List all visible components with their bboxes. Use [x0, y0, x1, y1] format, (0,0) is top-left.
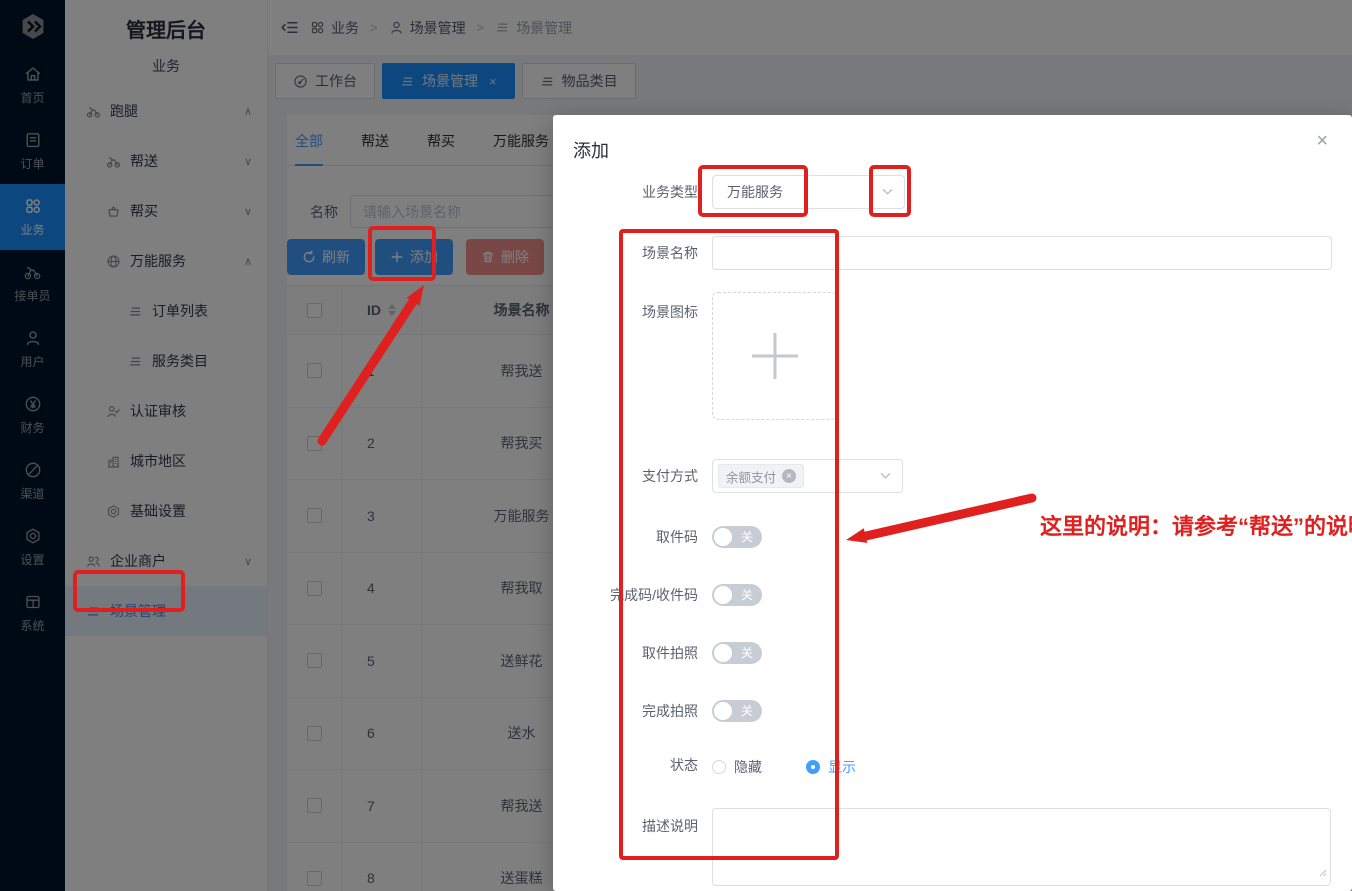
field-label: 支付方式 — [642, 468, 698, 484]
toggle-knob — [714, 702, 732, 720]
field-complete-photo: 完成拍照 关 — [553, 700, 762, 722]
radio-label-visible[interactable]: 显示 — [828, 757, 856, 777]
modal-title: 添加 — [573, 141, 609, 161]
payment-tag: 余额支付 × — [718, 464, 805, 488]
field-complete-code: 完成码/收件码 关 — [553, 584, 762, 606]
close-icon[interactable]: × — [1316, 131, 1328, 151]
field-business-type: 业务类型 万能服务 — [553, 175, 905, 209]
field-label: 场景图标 — [642, 304, 698, 320]
field-scene-icon: 场景图标 — [553, 292, 837, 420]
field-label: 完成码/收件码 — [610, 587, 698, 603]
field-status: 状态 隐藏 显示 — [553, 757, 856, 777]
payment-select[interactable]: 余额支付 × — [712, 459, 903, 493]
field-description: 描述说明 — [553, 808, 1331, 886]
business-type-select[interactable]: 万能服务 — [712, 175, 905, 209]
pickup-photo-toggle[interactable]: 关 — [712, 642, 762, 664]
complete-photo-toggle[interactable]: 关 — [712, 700, 762, 722]
radio-visible[interactable] — [806, 760, 820, 774]
plus-icon — [773, 333, 776, 379]
toggle-knob — [714, 644, 732, 662]
pickup-code-toggle[interactable]: 关 — [712, 526, 762, 548]
field-label: 状态 — [670, 757, 698, 773]
field-label: 业务类型 — [642, 184, 698, 200]
radio-label-hidden[interactable]: 隐藏 — [734, 757, 762, 777]
field-label: 完成拍照 — [642, 703, 698, 719]
radio-hidden[interactable] — [712, 760, 726, 774]
field-scene-name: 场景名称 — [553, 236, 1332, 270]
field-label: 场景名称 — [642, 245, 698, 261]
field-payment: 支付方式 余额支付 × — [553, 459, 903, 493]
toggle-state-label: 关 — [740, 530, 753, 544]
scene-name-input[interactable] — [712, 236, 1332, 270]
toggle-state-label: 关 — [740, 646, 753, 660]
field-label: 取件拍照 — [642, 645, 698, 661]
toggle-state-label: 关 — [740, 704, 753, 718]
resize-grip-icon[interactable] — [1318, 864, 1327, 882]
field-label: 描述说明 — [642, 818, 698, 834]
toggle-knob — [714, 528, 732, 546]
complete-code-toggle[interactable]: 关 — [712, 584, 762, 606]
tag-close-icon[interactable]: × — [782, 469, 797, 483]
select-value: 万能服务 — [727, 184, 783, 200]
field-pickup-photo: 取件拍照 关 — [553, 642, 762, 664]
tag-label: 余额支付 — [726, 470, 777, 485]
toggle-knob — [714, 586, 732, 604]
icon-upload-box[interactable] — [712, 292, 837, 420]
field-label: 取件码 — [656, 529, 698, 545]
description-textarea[interactable] — [712, 808, 1331, 886]
app-window: 首页 订单 业务 接单员 用户 财务 渠道 设置 — [0, 0, 1352, 891]
add-scene-modal: 添加 × 业务类型 万能服务 场景名称 场景图标 支付方式 余额支付 × 取件码… — [553, 115, 1352, 891]
chevron-down-icon[interactable] — [882, 188, 893, 196]
chevron-down-icon[interactable] — [880, 472, 891, 480]
toggle-state-label: 关 — [740, 588, 753, 602]
field-pickup-code: 取件码 关 — [553, 526, 762, 548]
